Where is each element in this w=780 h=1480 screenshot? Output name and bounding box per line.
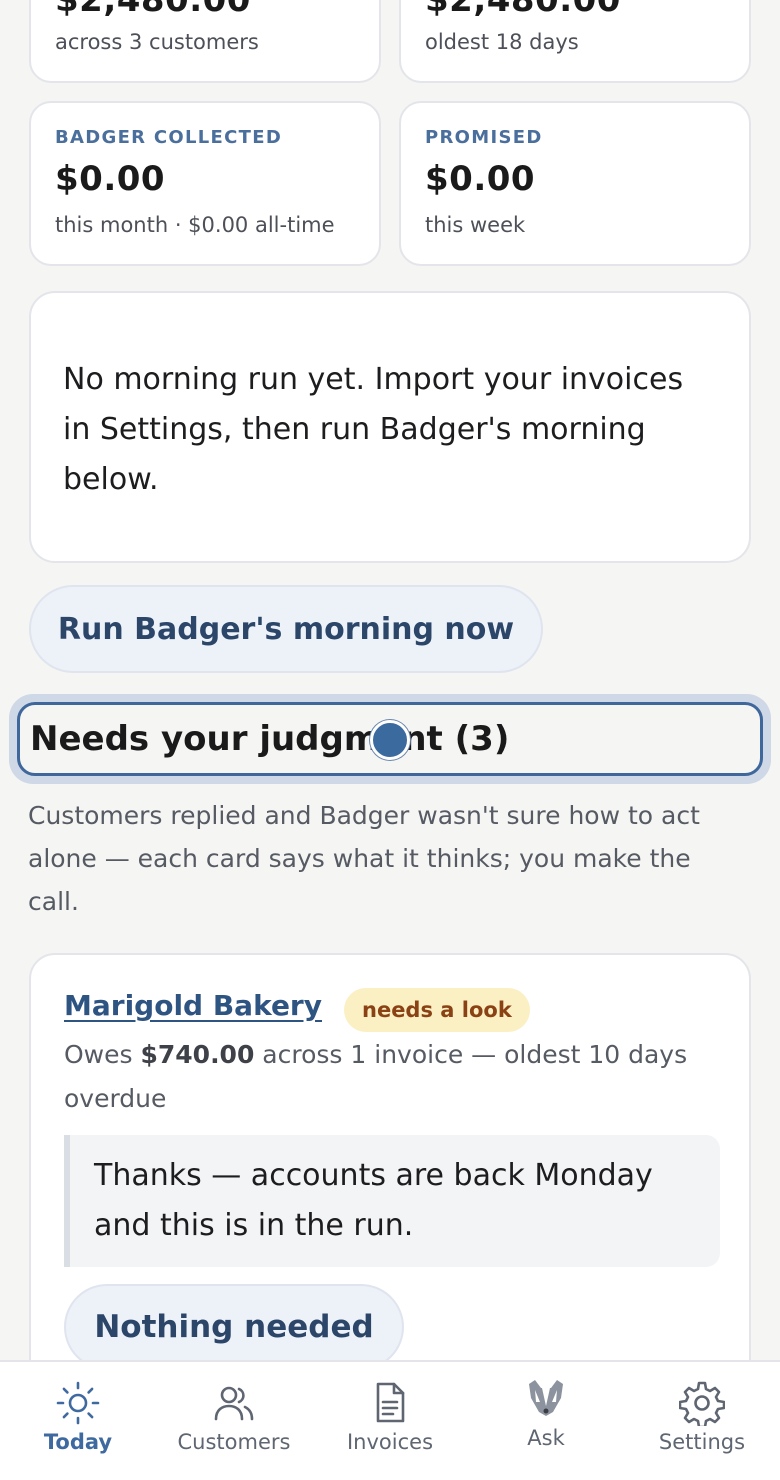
morning-run-card: No morning run yet. Import your invoices…	[29, 291, 751, 563]
collected-amount: $0.00	[55, 159, 166, 199]
judgment-description: Customers replied and Badger wasn't sure…	[28, 801, 700, 916]
outstanding-sub: across 3 customers	[55, 30, 259, 54]
outstanding-card: $2,480.00 across 3 customers	[29, 0, 381, 83]
today-screen: $2,480.00 across 3 customers $2,480.00 o…	[0, 0, 780, 1480]
bottom-nav: Today Customers Invoices Ask Settings	[0, 1360, 780, 1480]
document-icon	[376, 1382, 405, 1423]
morning-run-message: No morning run yet. Import your invoices…	[63, 362, 684, 497]
promised-card: PROMISED $0.00 this week	[399, 101, 751, 266]
sun-icon	[56, 1381, 100, 1425]
overdue-sub: oldest 18 days	[425, 30, 579, 54]
nav-customers[interactable]: Customers	[156, 1362, 312, 1480]
nothing-needed-button[interactable]: Nothing needed	[64, 1284, 404, 1370]
collected-sub: this month · $0.00 all-time	[55, 213, 335, 237]
owes-summary: Owes $740.00 across 1 invoice — oldest 1…	[64, 1033, 704, 1121]
collected-card: BADGER COLLECTED $0.00 this month · $0.0…	[29, 101, 381, 266]
badger-icon	[529, 1380, 563, 1416]
owes-amount: $740.00	[140, 1040, 255, 1069]
overdue-card: $2,480.00 oldest 18 days	[399, 0, 751, 83]
touch-cursor	[370, 720, 410, 760]
nav-settings[interactable]: Settings	[624, 1362, 780, 1480]
nav-settings-label: Settings	[658, 1430, 746, 1454]
nav-ask-label: Ask	[527, 1426, 565, 1450]
nav-today[interactable]: Today	[0, 1362, 156, 1480]
gear-icon	[679, 1381, 725, 1426]
users-icon	[214, 1386, 254, 1421]
nav-today-label: Today	[43, 1430, 113, 1454]
collected-label: BADGER COLLECTED	[55, 127, 283, 148]
nav-customers-label: Customers	[177, 1430, 291, 1454]
customer-reply-quote: Thanks — accounts are back Monday and th…	[64, 1135, 720, 1267]
promised-amount: $0.00	[425, 159, 536, 199]
outstanding-amount: $2,480.00	[55, 0, 251, 20]
customer-name-link[interactable]: Marigold Bakery	[64, 989, 322, 1022]
promised-label: PROMISED	[425, 127, 543, 148]
nav-ask[interactable]: Ask	[468, 1362, 624, 1480]
owes-prefix: Owes	[64, 1040, 141, 1069]
nav-invoices-label: Invoices	[346, 1430, 434, 1454]
overdue-amount: $2,480.00	[425, 0, 621, 20]
promised-sub: this week	[425, 213, 526, 237]
run-morning-button[interactable]: Run Badger's morning now	[29, 585, 543, 673]
status-badge: needs a look	[344, 988, 530, 1032]
nav-invoices[interactable]: Invoices	[312, 1362, 468, 1480]
